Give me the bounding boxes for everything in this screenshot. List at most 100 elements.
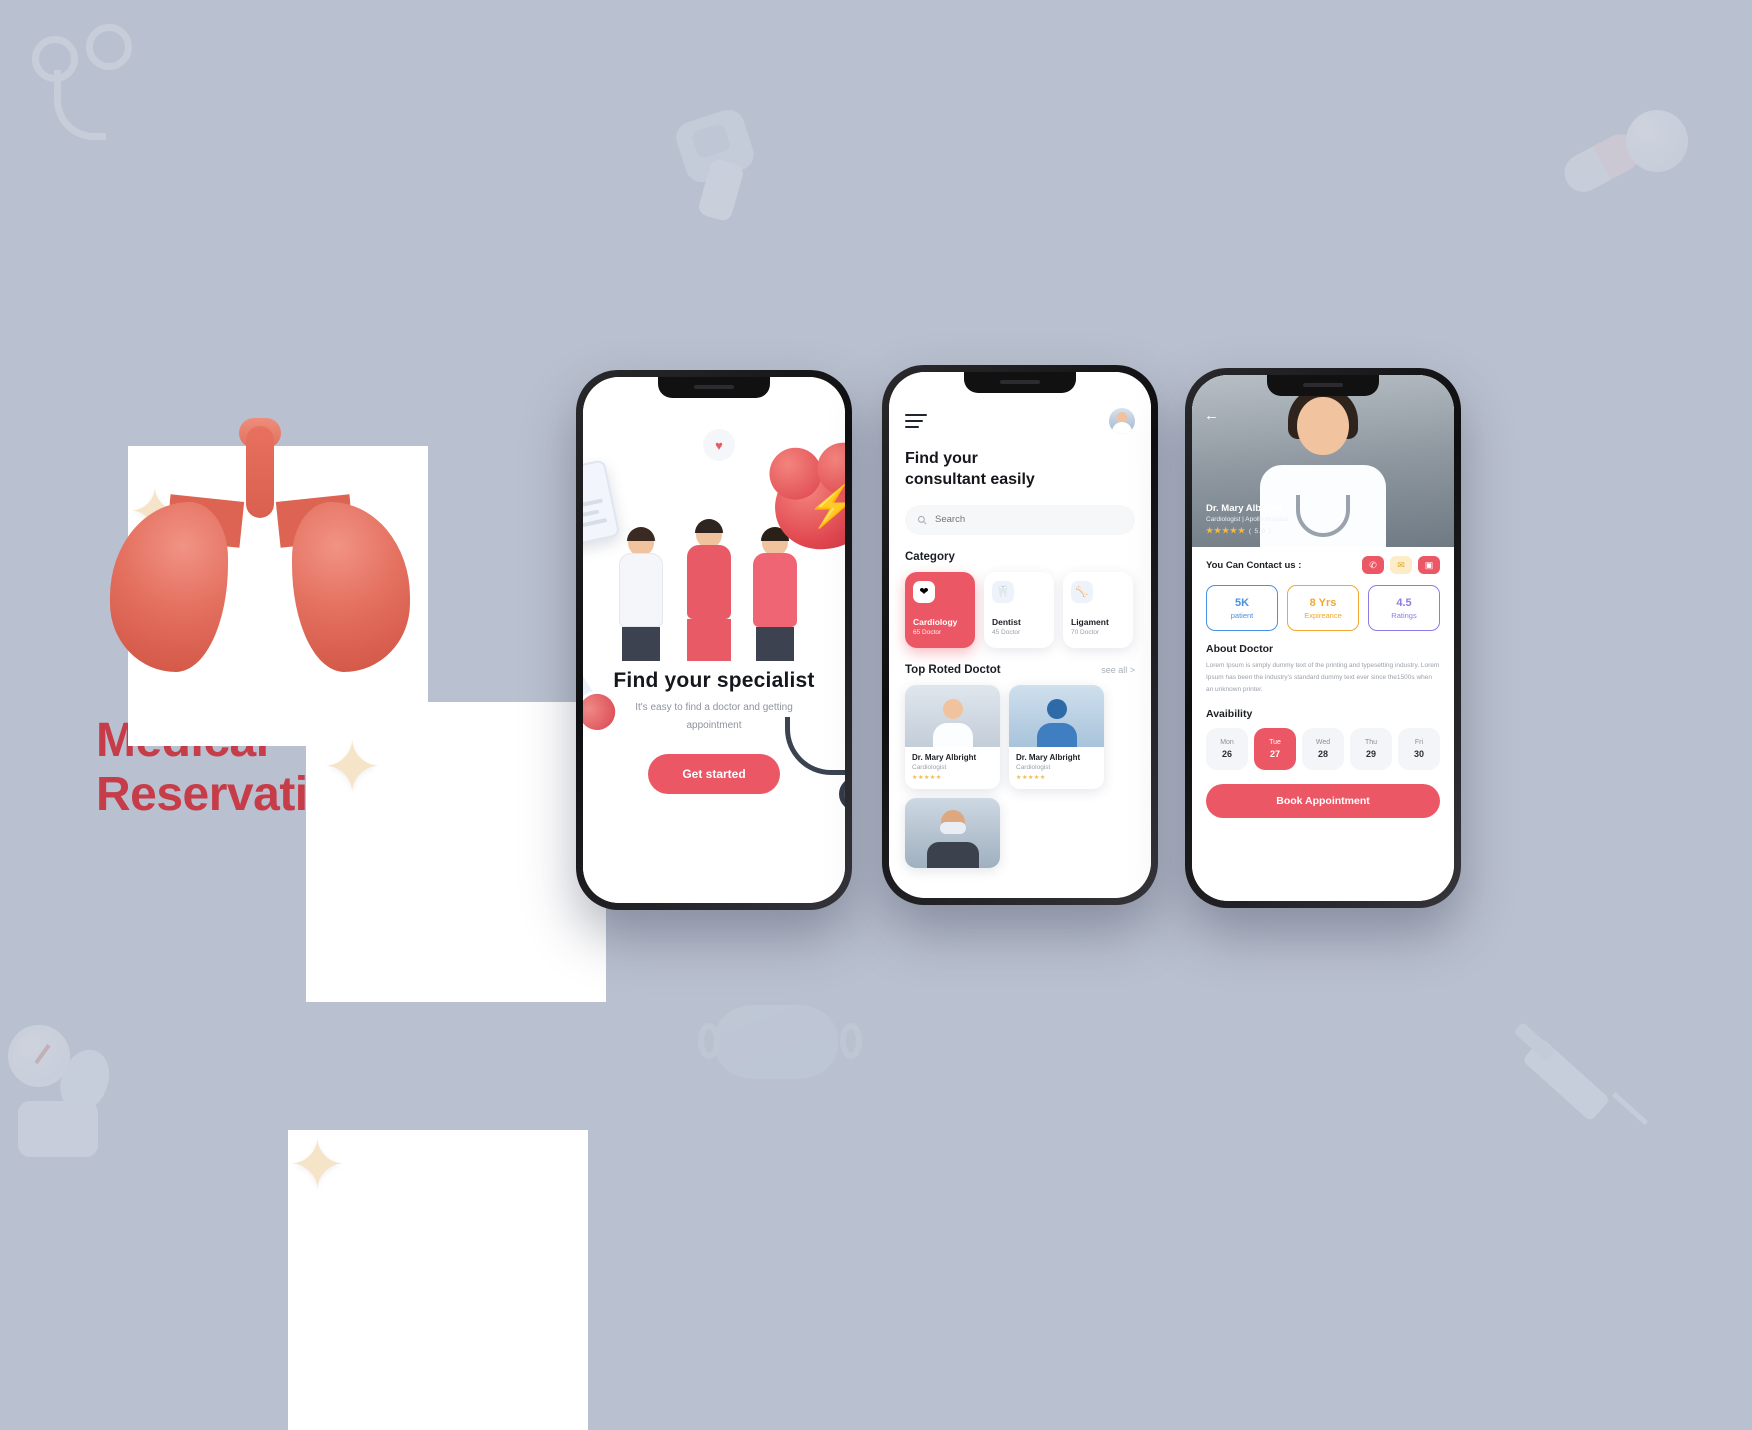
- day-option-selected[interactable]: Tue 27: [1254, 728, 1296, 771]
- day-date: 28: [1317, 749, 1328, 760]
- mockup-stage: ✦ ✦ ✦ Medical Reservation App ✚: [0, 0, 1752, 1430]
- capsule-pill-decor-icon: [1557, 110, 1712, 220]
- screen2-title: Find your consultant easily: [905, 450, 1035, 489]
- face-mask-decor-icon: [698, 995, 862, 1105]
- phone-doctor-detail: ← Dr. Mary Albright Cardiologist | Apoll…: [1185, 368, 1461, 908]
- day-date: 26: [1221, 749, 1232, 760]
- stat-label: patient: [1230, 610, 1254, 620]
- phone-notch: [658, 377, 770, 398]
- doctor-rating-stars: ★★★★★: [1016, 774, 1046, 781]
- heart-pulse-icon: ⚡: [770, 458, 845, 554]
- day-date: 27: [1269, 749, 1280, 760]
- category-card-cardiology[interactable]: ❤ Cardiology 65 Doctor: [905, 571, 975, 648]
- stat-value: 4.5: [1396, 596, 1412, 609]
- doctor-figure: [687, 519, 731, 661]
- day-weekday: Mon: [1220, 739, 1234, 747]
- heart-bubble-icon: ♥: [703, 429, 735, 461]
- phone-listing: Find your consultant easily Category ❤ C…: [882, 365, 1158, 905]
- bone-icon: 🦴: [1071, 580, 1093, 603]
- syringe-decor-icon: [1512, 1010, 1662, 1150]
- availability-days: Mon 26 Tue 27 Wed 28 Thu 29 Fri 30: [1206, 728, 1440, 771]
- availability-heading: Avaibility: [1206, 708, 1253, 721]
- top-rated-heading: Top Roted Doctot: [905, 663, 1001, 676]
- thermometer-gun-decor-icon: [660, 105, 790, 225]
- stat-label: Ratings: [1391, 610, 1417, 620]
- detail-doctor-role: Cardiologist | Apollo Hospital: [1206, 516, 1289, 523]
- onboarding-illustration: ✚ ♥ ⚡: [583, 411, 845, 661]
- day-weekday: Fri: [1414, 739, 1424, 747]
- stethoscope-icon: [779, 717, 845, 813]
- category-card-dentist[interactable]: 🦷 Dentist 45 Doctor: [984, 571, 1054, 648]
- doctor-card-wide[interactable]: [905, 797, 1000, 868]
- category-list: ❤ Cardiology 65 Doctor 🦷 Dentist 45 Doct…: [905, 571, 1135, 648]
- stats-row: 5K patient 8 Yrs Expireance 4.5 Ratings: [1206, 585, 1440, 631]
- about-heading: About Doctor: [1206, 643, 1274, 655]
- search-field[interactable]: [905, 504, 1135, 535]
- day-date: 30: [1413, 749, 1424, 760]
- day-option[interactable]: Fri 30: [1398, 728, 1440, 771]
- detail-rating-value: ( 5.0 ): [1248, 528, 1272, 535]
- doctor-name: Dr. Mary Albright: [912, 752, 977, 762]
- about-text: Lorem Ipsum is simply dummy text of the …: [1206, 662, 1440, 694]
- sparkle-icon: ✦: [288, 1130, 588, 1430]
- stethoscope-decor-icon: [10, 10, 150, 160]
- day-option[interactable]: Mon 26: [1206, 728, 1248, 771]
- menu-icon[interactable]: [905, 410, 927, 432]
- detail-doctor-name: Dr. Mary Albright: [1206, 503, 1283, 514]
- day-date: 29: [1365, 749, 1376, 760]
- category-heading: Category: [905, 550, 955, 563]
- clipboard-icon: ✚: [583, 459, 621, 549]
- doctor-role: Cardiologist: [1016, 763, 1051, 771]
- category-count: 65 Doctor: [913, 628, 942, 636]
- stat-label: Expireance: [1304, 610, 1342, 620]
- doctor-card[interactable]: Dr. Mary Albright Cardiologist ★★★★★: [1009, 684, 1104, 789]
- search-icon: [917, 515, 927, 525]
- phone-notch: [964, 372, 1076, 393]
- day-weekday: Thu: [1364, 739, 1378, 747]
- doctor-figure: [619, 527, 663, 661]
- hero-block: ✦ ✦ ✦ Medical Reservation App: [96, 380, 606, 1430]
- doctor-card[interactable]: Dr. Mary Albright Cardiologist ★★★★★: [905, 684, 1000, 789]
- doctor-figure: [753, 527, 797, 661]
- call-icon[interactable]: ✆: [1362, 556, 1384, 574]
- day-weekday: Tue: [1269, 739, 1281, 747]
- category-card-ligament[interactable]: 🦴 Ligament 70 Doctor: [1063, 571, 1133, 648]
- category-count: 45 Doctor: [992, 628, 1021, 636]
- stat-value: 8 Yrs: [1309, 596, 1337, 609]
- stat-value: 5K: [1234, 596, 1250, 609]
- detail-rating-stars: ★★★★★: [1206, 526, 1246, 535]
- tooth-icon: 🦷: [992, 580, 1014, 603]
- video-icon[interactable]: ▣: [1418, 556, 1440, 574]
- back-arrow-icon[interactable]: ←: [1204, 407, 1224, 427]
- stat-experience: 8 Yrs Expireance: [1287, 585, 1359, 631]
- category-name: Dentist: [992, 616, 1021, 627]
- category-name: Ligament: [1071, 616, 1109, 627]
- sparkle-icon: ✦: [306, 702, 606, 1002]
- category-name: Cardiology: [913, 616, 958, 627]
- doctor-name: Dr. Mary Albright: [1016, 752, 1081, 762]
- phone-notch: [1267, 375, 1379, 396]
- book-appointment-button[interactable]: Book Appointment: [1206, 784, 1440, 819]
- contact-label: You Can Contact us :: [1206, 559, 1302, 571]
- doctor-role: Cardiologist: [912, 763, 947, 771]
- see-all-link[interactable]: see all >: [1101, 665, 1135, 675]
- avatar[interactable]: [1109, 408, 1135, 434]
- stat-ratings: 4.5 Ratings: [1368, 585, 1440, 631]
- doctor-hero-image: ← Dr. Mary Albright Cardiologist | Apoll…: [1192, 375, 1454, 547]
- phone-onboarding: ✚ ♥ ⚡: [576, 370, 852, 910]
- heart-icon: ❤: [913, 580, 935, 603]
- blood-pressure-decor-icon: [0, 1025, 160, 1185]
- day-weekday: Wed: [1315, 739, 1331, 747]
- get-started-button[interactable]: Get started: [648, 754, 780, 794]
- day-option[interactable]: Wed 28: [1302, 728, 1344, 771]
- doctor-rating-stars: ★★★★★: [912, 774, 942, 781]
- category-count: 70 Doctor: [1071, 628, 1100, 636]
- stat-patients: 5K patient: [1206, 585, 1278, 631]
- contact-row: You Can Contact us : ✆ ✉ ▣: [1206, 556, 1440, 574]
- doctor-list: Dr. Mary Albright Cardiologist ★★★★★ Dr.…: [905, 684, 1135, 789]
- screen1-title: Find your specialist: [613, 669, 815, 692]
- search-input[interactable]: [935, 514, 1123, 526]
- day-option[interactable]: Thu 29: [1350, 728, 1392, 771]
- lungs-illustration: ✦ ✦ ✦: [110, 380, 606, 1430]
- chat-icon[interactable]: ✉: [1390, 556, 1412, 574]
